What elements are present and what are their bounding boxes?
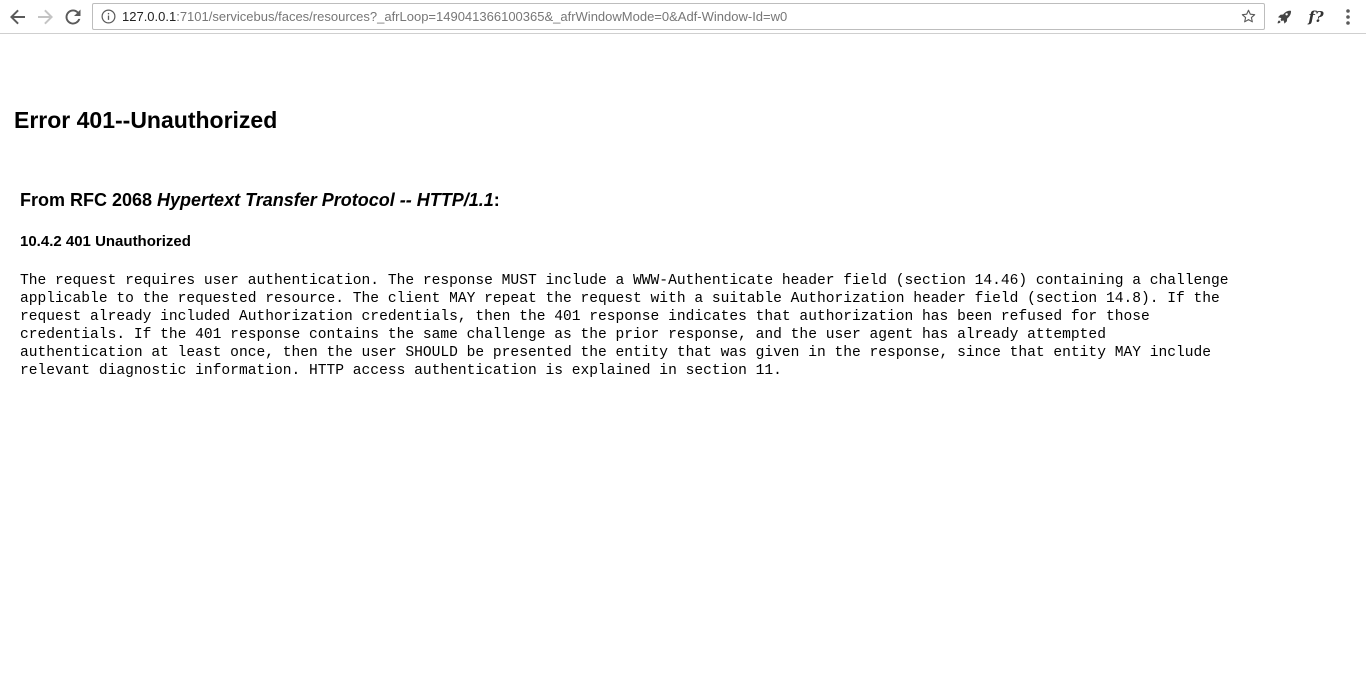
error-description: The request requires user authentication…: [20, 272, 1360, 380]
arrow-left-icon: [10, 9, 25, 25]
formula-extension-button[interactable]: f?: [1305, 6, 1327, 28]
info-icon[interactable]: [101, 9, 116, 24]
rocket-icon: [1277, 10, 1292, 24]
rfc-title: Hypertext Transfer Protocol -- HTTP/1.1: [157, 190, 494, 210]
address-bar[interactable]: 127.0.0.1:7101/servicebus/faces/resource…: [92, 3, 1265, 30]
back-button[interactable]: [7, 6, 29, 28]
vertical-dots-icon: [1346, 9, 1350, 25]
reload-button[interactable]: [62, 6, 84, 28]
description-line: applicable to the requested resource. Th…: [20, 291, 1220, 307]
rfc-prefix: From RFC 2068: [20, 190, 158, 210]
reload-icon: [65, 9, 81, 25]
browser-toolbar: 127.0.0.1:7101/servicebus/faces/resource…: [0, 0, 1366, 34]
page-content: Error 401--Unauthorized From RFC 2068 Hy…: [0, 35, 1366, 696]
description-line: relevant diagnostic information. HTTP ac…: [20, 363, 782, 379]
url-path: :7101/servicebus/faces/resources?_afrLoo…: [176, 9, 788, 24]
description-line: The request requires user authentication…: [20, 273, 1229, 289]
url-host: 127.0.0.1: [122, 9, 177, 24]
url-text[interactable]: 127.0.0.1:7101/servicebus/faces/resource…: [122, 9, 787, 25]
description-line: credentials. If the 401 response contain…: [20, 327, 1106, 343]
forward-button[interactable]: [34, 6, 56, 28]
section-heading: 10.4.2 401 Unauthorized: [20, 233, 191, 250]
bookmark-star-icon[interactable]: [1240, 8, 1257, 25]
extension-label: f?: [1308, 8, 1324, 26]
arrow-right-icon: [38, 9, 53, 25]
error-title: Error 401--Unauthorized: [14, 107, 278, 133]
rfc-suffix: :: [493, 190, 500, 210]
description-line: authentication at least once, then the u…: [20, 345, 1212, 361]
rocket-extension-button[interactable]: [1273, 6, 1295, 28]
description-line: request already included Authorization c…: [20, 309, 1150, 325]
chrome-menu-button[interactable]: [1337, 6, 1359, 28]
rfc-heading: From RFC 2068 Hypertext Transfer Protoco…: [20, 189, 500, 211]
